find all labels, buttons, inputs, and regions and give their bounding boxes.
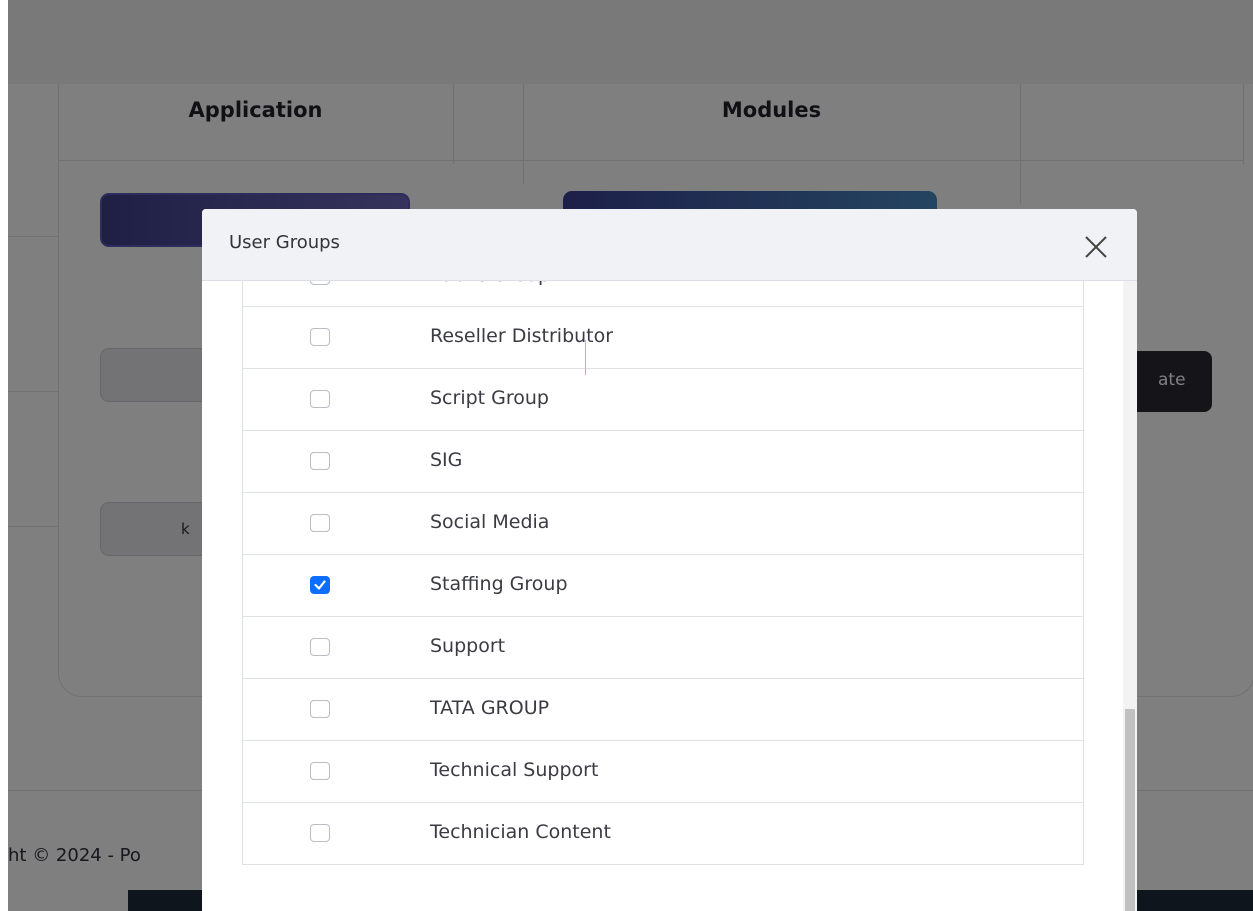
list-item[interactable]: Public Group <box>242 281 1084 307</box>
list-item-label: Public Group <box>430 281 550 286</box>
checkbox[interactable] <box>310 762 330 780</box>
list-item[interactable]: Technician Content <box>242 803 1084 865</box>
list-item[interactable]: Technical Support <box>242 741 1084 803</box>
list-item-label: Script Group <box>430 387 549 409</box>
list-item[interactable]: Social Media <box>242 493 1084 555</box>
list-item[interactable]: TATA GROUP <box>242 679 1084 741</box>
list-item-label: Social Media <box>430 511 550 533</box>
list-item[interactable]: Reseller Distributor <box>242 307 1084 369</box>
list-item[interactable]: Support <box>242 617 1084 679</box>
list-item[interactable]: SIG <box>242 431 1084 493</box>
modal-header: User Groups <box>202 209 1137 281</box>
list-item-label: TATA GROUP <box>430 697 550 719</box>
scrollbar-thumb[interactable] <box>1125 709 1135 911</box>
list-item-label: Support <box>430 635 506 657</box>
checkbox[interactable] <box>310 452 330 470</box>
checkbox[interactable] <box>310 328 330 346</box>
checkbox[interactable] <box>310 576 330 594</box>
checkbox[interactable] <box>310 824 330 842</box>
list-item-label: Staffing Group <box>430 573 568 595</box>
checkbox[interactable] <box>310 514 330 532</box>
checkbox[interactable] <box>310 281 330 285</box>
modal-body: Public Group Reseller Distributor Script G… <box>202 281 1137 911</box>
checkbox[interactable] <box>310 390 330 408</box>
checkbox[interactable] <box>310 638 330 656</box>
list-item[interactable]: Script Group <box>242 369 1084 431</box>
list-item[interactable]: Staffing Group <box>242 555 1084 617</box>
scrollbar[interactable] <box>1123 281 1137 911</box>
list-item-label: SIG <box>430 449 463 471</box>
modal-title: User Groups <box>229 232 340 253</box>
text-cursor <box>585 340 586 375</box>
check-icon <box>314 580 326 590</box>
user-groups-modal: User Groups Public Group Reseller Distrib… <box>202 209 1137 911</box>
list-item-label: Technical Support <box>430 759 599 781</box>
user-group-list: Public Group Reseller Distributor Script G… <box>242 281 1084 865</box>
left-edge <box>0 0 8 911</box>
list-item-label: Technician Content <box>430 821 611 843</box>
checkbox[interactable] <box>310 700 330 718</box>
close-icon[interactable] <box>1080 231 1112 263</box>
